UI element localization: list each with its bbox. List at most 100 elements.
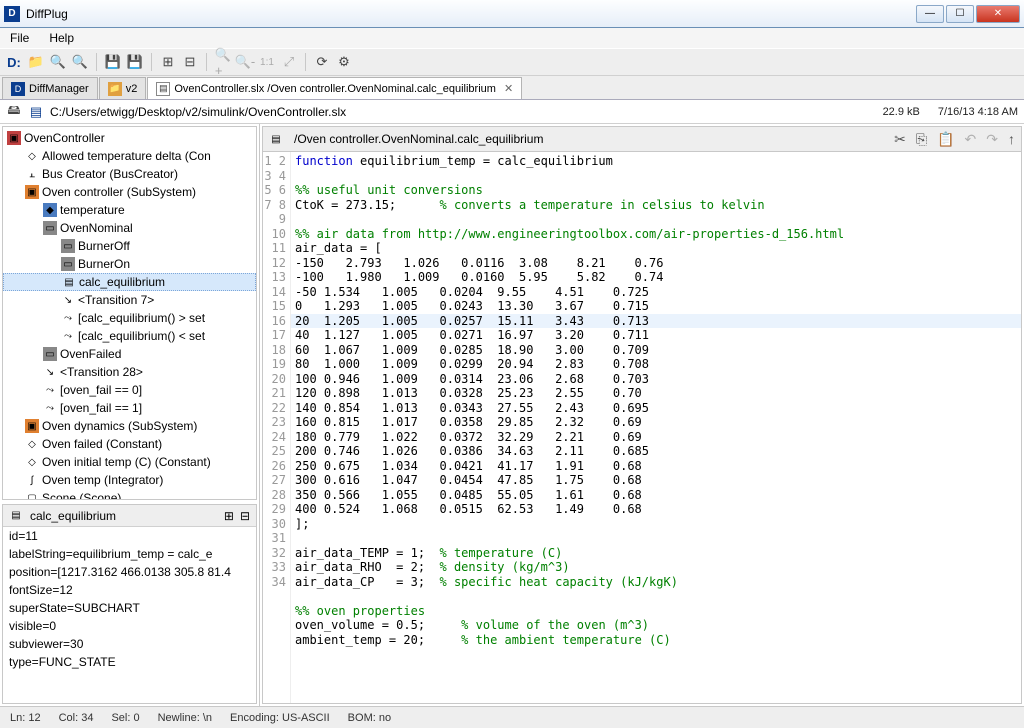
- app-home-icon[interactable]: D:: [6, 54, 22, 70]
- tree-item[interactable]: [calc_equilibrium() > set: [78, 311, 205, 325]
- tab-close-icon[interactable]: ✕: [504, 82, 513, 95]
- path-bar: 🖴 ▤ C:/Users/etwigg/Desktop/v2/simulink/…: [0, 100, 1024, 124]
- transition-icon: ↘: [43, 365, 57, 379]
- tree-item[interactable]: <Transition 28>: [60, 365, 143, 379]
- tree-item-selected[interactable]: calc_equilibrium: [79, 275, 165, 289]
- maximize-button[interactable]: ☐: [946, 5, 974, 23]
- gear-icon[interactable]: ⚙: [336, 54, 352, 70]
- tree-item[interactable]: BurnerOn: [78, 257, 130, 271]
- minimize-button[interactable]: —: [916, 5, 944, 23]
- function-icon: ▤: [9, 509, 23, 523]
- tab-ovencontroller[interactable]: ▤ OvenController.slx /Oven controller.Ov…: [147, 77, 522, 99]
- tree-item[interactable]: Scone (Scone): [42, 491, 121, 500]
- tree-item[interactable]: [oven_fail == 1]: [60, 401, 142, 415]
- function-icon: ▤: [62, 275, 76, 289]
- zoom-fit-icon[interactable]: ⤢: [281, 54, 297, 70]
- tree-item[interactable]: <Transition 7>: [78, 293, 154, 307]
- tab-v2[interactable]: 📁 v2: [99, 77, 147, 99]
- app-icon: D: [4, 6, 20, 22]
- tree-item[interactable]: [oven_fail == 0]: [60, 383, 142, 397]
- tree-item[interactable]: temperature: [60, 203, 125, 217]
- menu-file[interactable]: File: [4, 29, 35, 47]
- tree-item[interactable]: [calc_equilibrium() < set: [78, 329, 205, 343]
- tree-item[interactable]: Oven dynamics (SubSystem): [42, 419, 197, 433]
- integrator-icon: ∫: [25, 473, 39, 487]
- paste-icon[interactable]: 📋: [937, 131, 954, 148]
- find-icon[interactable]: 🔍: [72, 54, 88, 70]
- prop-row: fontSize=12: [3, 581, 256, 599]
- search-icon[interactable]: 🔍: [50, 54, 66, 70]
- guard-icon: ⤳: [61, 329, 75, 343]
- simulink-icon[interactable]: ▤: [28, 104, 44, 120]
- tab-label: DiffManager: [29, 83, 89, 95]
- subsystem-icon: ▣: [25, 185, 39, 199]
- state-icon: ▭: [43, 347, 57, 361]
- copy-icon[interactable]: ⎘: [916, 131, 927, 148]
- tree-item[interactable]: OvenFailed: [60, 347, 121, 361]
- tab-diffmanager[interactable]: D DiffManager: [2, 77, 98, 99]
- prop-row: id=11: [3, 527, 256, 545]
- expand-icon[interactable]: ⊞: [160, 54, 176, 70]
- zoom-out-icon[interactable]: 🔍-: [237, 54, 253, 70]
- disk-icon[interactable]: 🖴: [6, 104, 22, 120]
- tree-item[interactable]: OvenNominal: [60, 221, 133, 235]
- tree-item[interactable]: Bus Creator (BusCreator): [42, 167, 178, 181]
- menubar: File Help: [0, 28, 1024, 48]
- refresh-icon[interactable]: ⟳: [314, 54, 330, 70]
- window-titlebar: D DiffPlug — ☐ ✕: [0, 0, 1024, 28]
- folder-icon: 📁: [108, 82, 122, 96]
- save-icon[interactable]: 💾: [105, 54, 121, 70]
- properties-title: calc_equilibrium: [30, 509, 116, 523]
- bus-icon: ⫠: [25, 167, 39, 181]
- diffmanager-icon: D: [11, 82, 25, 96]
- tree-item[interactable]: Allowed temperature delta (Con: [42, 149, 211, 163]
- constant-icon: ◇: [25, 437, 39, 451]
- constant-icon: ◇: [25, 455, 39, 469]
- expand-icon[interactable]: ⊞: [224, 509, 234, 523]
- tree-item[interactable]: Oven initial temp (C) (Constant): [42, 455, 211, 469]
- status-bom: BOM: no: [348, 712, 391, 724]
- constant-icon: ◇: [25, 149, 39, 163]
- tree-item[interactable]: BurnerOff: [78, 239, 130, 253]
- close-button[interactable]: ✕: [976, 5, 1020, 23]
- prop-row: superState=SUBCHART: [3, 599, 256, 617]
- redo-icon[interactable]: ↷: [986, 131, 998, 148]
- save-all-icon[interactable]: 💾: [127, 54, 143, 70]
- prop-row: position=[1217.3162 466.0138 305.8 81.4: [3, 563, 256, 581]
- prop-row: visible=0: [3, 617, 256, 635]
- collapse-icon[interactable]: ⊟: [240, 509, 250, 523]
- status-bar: Ln: 12 Col: 34 Sel: 0 Newline: \n Encodi…: [0, 706, 1024, 728]
- editor-tabbar: D DiffManager 📁 v2 ▤ OvenController.slx …: [0, 76, 1024, 100]
- code-editor[interactable]: function equilibrium_temp = calc_equilib…: [291, 152, 1021, 703]
- editor-breadcrumb: /Oven controller.OvenNominal.calc_equili…: [294, 132, 886, 146]
- zoom-reset-icon[interactable]: 1:1: [259, 54, 275, 70]
- prop-row: type=FUNC_STATE: [3, 653, 256, 671]
- model-tree[interactable]: ▣OvenController ◇Allowed temperature del…: [2, 126, 257, 500]
- zoom-in-icon[interactable]: 🔍+: [215, 54, 231, 70]
- prop-row: subviewer=30: [3, 635, 256, 653]
- up-arrow-icon[interactable]: ↑: [1008, 131, 1015, 148]
- line-gutter: 1 2 3 4 5 6 7 8 9 10 11 12 13 14 15 16 1…: [263, 152, 291, 703]
- window-title: DiffPlug: [26, 7, 914, 21]
- subsystem-icon: ▣: [25, 419, 39, 433]
- editor-header: ▤ /Oven controller.OvenNominal.calc_equi…: [262, 126, 1022, 152]
- status-line: Ln: 12: [10, 712, 41, 724]
- state-icon: ▭: [43, 221, 57, 235]
- tree-item[interactable]: Oven controller (SubSystem): [42, 185, 196, 199]
- function-icon: ▤: [269, 132, 283, 146]
- undo-icon[interactable]: ↶: [965, 131, 977, 148]
- tree-item[interactable]: Oven failed (Constant): [42, 437, 162, 451]
- folder-open-icon[interactable]: 📁: [28, 54, 44, 70]
- transition-icon: ↘: [61, 293, 75, 307]
- collapse-icon[interactable]: ⊟: [182, 54, 198, 70]
- tree-item[interactable]: OvenController: [24, 131, 105, 145]
- file-date: 7/16/13 4:18 AM: [938, 106, 1018, 118]
- model-icon: ▣: [7, 131, 21, 145]
- guard-icon: ⤳: [43, 383, 57, 397]
- menu-help[interactable]: Help: [43, 29, 80, 47]
- cut-icon[interactable]: ✂: [894, 131, 906, 148]
- state-icon: ▭: [61, 257, 75, 271]
- properties-panel: ▤ calc_equilibrium ⊞ ⊟ id=11 labelString…: [2, 504, 257, 704]
- tree-item[interactable]: Oven temp (Integrator): [42, 473, 163, 487]
- tab-label: v2: [126, 83, 138, 95]
